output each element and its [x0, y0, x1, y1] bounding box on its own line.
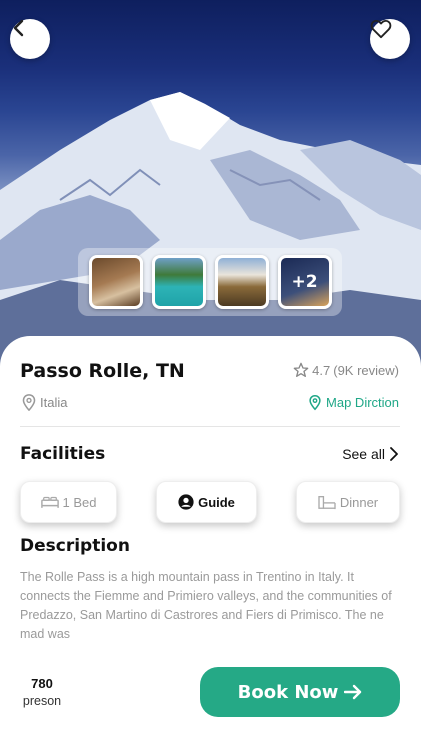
facility-label: 1 Bed	[62, 494, 97, 510]
gallery-strip: +2	[78, 248, 342, 316]
user-circle-icon	[178, 494, 194, 510]
more-photos-count: +2	[291, 272, 318, 292]
back-button[interactable]	[10, 19, 50, 59]
details-card: Passo Rolle, TN 4.7 (9K review) Italia M…	[0, 336, 421, 736]
person-count-value: 780	[31, 676, 53, 691]
facilities-heading: Facilities	[20, 444, 106, 464]
map-direction-label: Map Dirction	[326, 395, 399, 410]
facility-guide[interactable]: Guide	[156, 481, 257, 523]
location-pin-icon	[22, 394, 36, 411]
arrow-right-icon	[344, 684, 362, 700]
person-count: 780 preson	[20, 676, 64, 708]
bed-icon	[40, 496, 59, 508]
facility-bed[interactable]: 1 Bed	[20, 481, 117, 523]
book-now-label: Book Now	[237, 681, 339, 703]
see-all-link[interactable]: See all	[342, 446, 399, 462]
chevron-left-icon	[13, 19, 24, 37]
map-direction-link[interactable]: Map Dirction	[309, 394, 399, 411]
location-label: Italia	[40, 395, 68, 410]
description-heading: Description	[20, 536, 130, 556]
description-text: The Rolle Pass is a high mountain pass i…	[20, 570, 392, 641]
facility-dinner[interactable]: Dinner	[296, 481, 400, 523]
heart-icon	[370, 19, 392, 39]
person-count-label: preson	[22, 694, 62, 708]
see-all-label: See all	[342, 446, 385, 462]
star-icon	[293, 362, 309, 377]
gallery-more-thumb[interactable]: +2	[277, 255, 332, 309]
book-now-button[interactable]: Book Now	[200, 667, 400, 717]
facility-label: Dinner	[339, 494, 379, 510]
map-pin-icon	[309, 394, 321, 411]
rating-value: 4.7	[312, 362, 331, 378]
location: Italia	[22, 394, 67, 411]
gallery-thumb[interactable]	[88, 255, 143, 309]
place-title: Passo Rolle, TN	[20, 360, 185, 382]
gallery-thumb[interactable]	[151, 255, 206, 309]
gallery-thumb[interactable]	[214, 255, 269, 309]
chevron-right-icon	[390, 447, 398, 461]
divider	[20, 426, 400, 427]
review-count: (9K review)	[333, 362, 399, 378]
hero-image: +2	[0, 0, 421, 370]
rating: 4.7 (9K review)	[293, 362, 399, 378]
dinner-icon	[318, 496, 336, 510]
facility-label: Guide	[198, 494, 235, 510]
favorite-button[interactable]	[370, 19, 410, 59]
